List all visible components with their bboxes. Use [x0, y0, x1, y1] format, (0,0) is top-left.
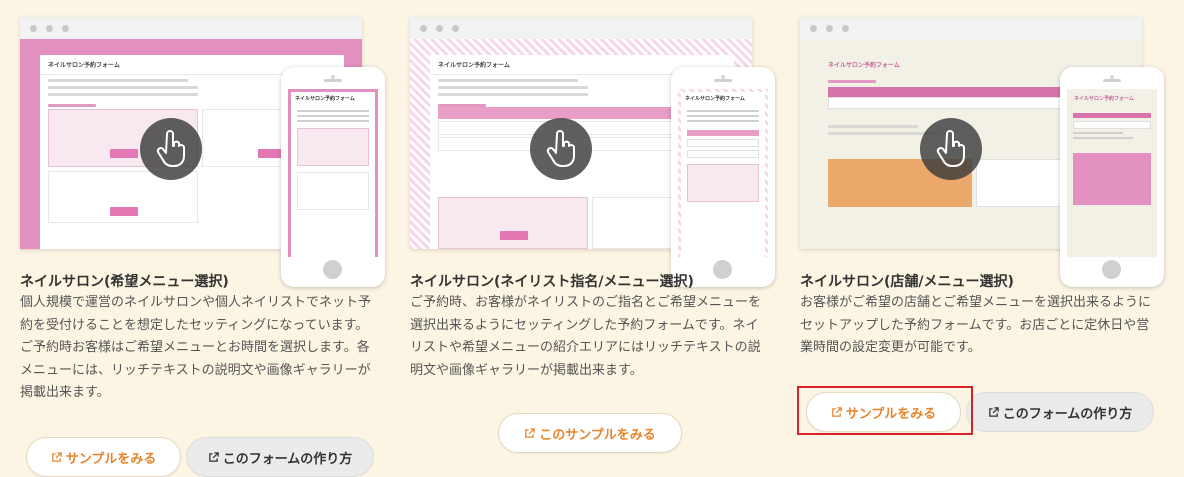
sample-card-2: ネイルサロン予約フォーム ネイルサロン予約フォーム ネイルサロン(ネイリスト指名… [410, 0, 790, 456]
how-to-make-form-label: このフォームの作り方 [222, 451, 353, 467]
view-sample-button[interactable]: サンプルをみる [26, 437, 181, 477]
card-title: ネイルサロン(店舗/メニュー選択) [800, 274, 1014, 290]
card-description: ご予約時、お客様がネイリストのご指名とご希望メニューを選択出来るようにセッティン… [410, 295, 762, 378]
phone-preview: ネイルサロン予約フォーム [281, 67, 385, 287]
view-sample-label: サンプルをみる [65, 451, 157, 467]
external-link-icon [988, 406, 999, 417]
browser-bar [800, 17, 1142, 39]
phone-form-title: ネイルサロン予約フォーム [1070, 92, 1154, 105]
card-description: 個人規模で運営のネイルサロンや個人ネイリストでネット予約を受付けることを想定した… [20, 295, 372, 400]
phone-preview: ネイルサロン予約フォーム [1060, 67, 1164, 287]
external-link-icon [51, 451, 62, 462]
card-title: ネイルサロン(ネイリスト指名/メニュー選択) [410, 274, 694, 290]
highlight-box [797, 386, 973, 435]
external-link-icon [208, 451, 219, 462]
browser-bar [20, 17, 362, 39]
phone-form-title: ネイルサロン予約フォーム [291, 92, 375, 105]
hand-pointer-icon [920, 118, 982, 180]
sample-card-1: ネイルサロン予約フォーム ネイルサロン予約フォーム ネイルサロン(希望メニュー選… [20, 0, 400, 477]
how-to-make-form-button[interactable]: このフォームの作り方 [186, 437, 374, 477]
hand-pointer-icon [530, 118, 592, 180]
view-sample-label: このサンプルをみる [539, 427, 656, 443]
hand-pointer-icon [140, 118, 202, 180]
card-description: お客様がご希望の店舗とご希望メニューを選択出来るようにセットアップした予約フォー… [800, 295, 1152, 355]
card-title: ネイルサロン(希望メニュー選択) [20, 274, 229, 290]
phone-form-title: ネイルサロン予約フォーム [681, 92, 765, 105]
external-link-icon [525, 427, 535, 438]
browser-bar [410, 17, 752, 39]
view-sample-button[interactable]: このサンプルをみる [498, 413, 682, 453]
how-to-make-form-button[interactable]: このフォームの作り方 [966, 392, 1154, 432]
phone-preview: ネイルサロン予約フォーム [671, 67, 775, 287]
how-to-make-form-label: このフォームの作り方 [1002, 406, 1133, 422]
